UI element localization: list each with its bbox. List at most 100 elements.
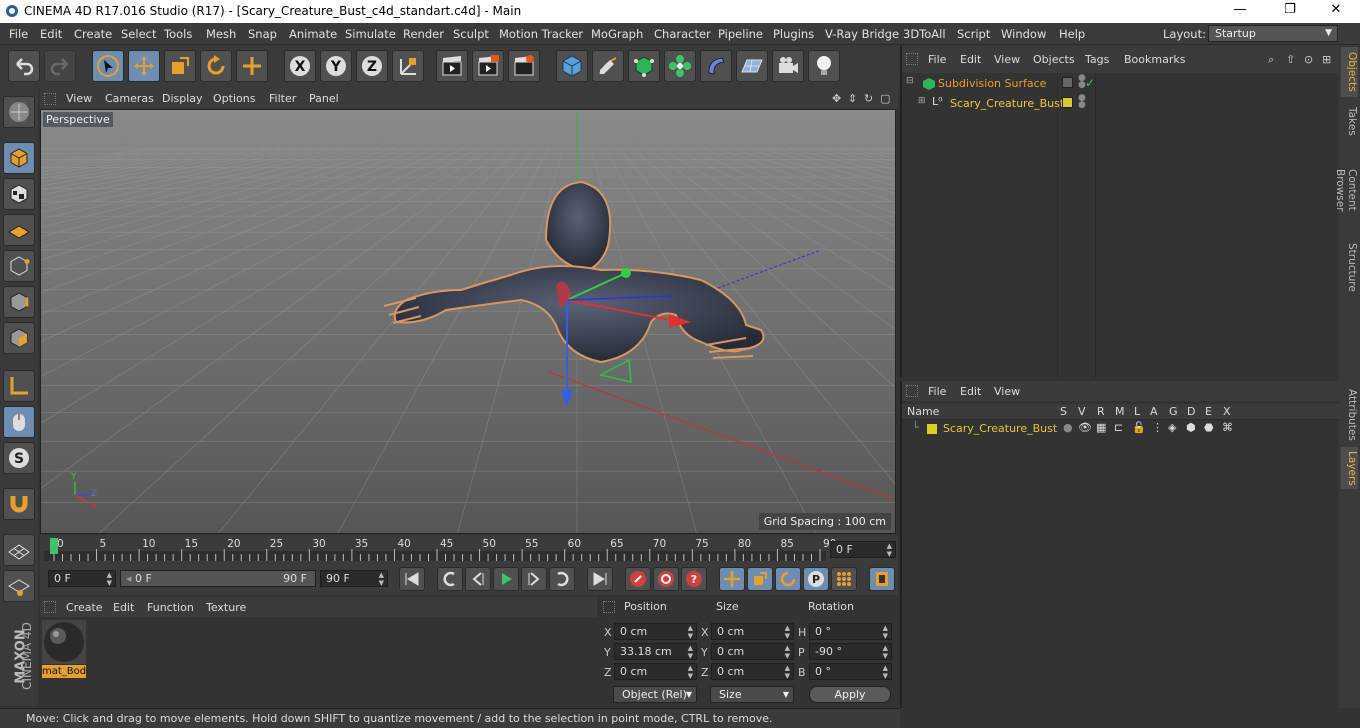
render-to-picture-viewer-button[interactable] bbox=[472, 50, 504, 82]
object-menu-edit[interactable]: Edit bbox=[960, 53, 981, 66]
render-settings-button[interactable] bbox=[508, 50, 540, 82]
menu-script[interactable]: Script bbox=[957, 27, 990, 41]
make-editable-button[interactable] bbox=[3, 96, 35, 128]
col-locked[interactable]: L bbox=[1134, 405, 1140, 418]
col-xref[interactable]: X bbox=[1223, 405, 1231, 418]
visibility-dots-icon[interactable]: ● ● bbox=[1078, 94, 1086, 110]
axis-mode-button[interactable] bbox=[3, 370, 35, 402]
playhead[interactable] bbox=[50, 538, 58, 554]
edges-mode-button[interactable] bbox=[3, 286, 35, 318]
col-name[interactable]: Name bbox=[907, 405, 939, 418]
expression-icon[interactable]: ⬣ bbox=[1204, 421, 1214, 434]
menu-snap[interactable]: Snap bbox=[248, 27, 277, 41]
menu-simulate[interactable]: Simulate bbox=[345, 27, 396, 41]
coordinate-system-button[interactable] bbox=[392, 50, 424, 82]
size-z-field[interactable]: 0 cm ▲ ▼ bbox=[711, 663, 794, 680]
col-deformers[interactable]: D bbox=[1187, 405, 1195, 418]
render-view-button[interactable] bbox=[436, 50, 468, 82]
previous-frame-button[interactable] bbox=[465, 567, 491, 591]
menu-edit[interactable]: Edit bbox=[40, 27, 62, 41]
scale-tool-button[interactable] bbox=[164, 50, 196, 82]
tab-takes[interactable]: Takes bbox=[1341, 101, 1358, 141]
rotation-p-field[interactable]: -90 ° ▲ ▼ bbox=[809, 643, 892, 660]
lock-icon[interactable]: ⊙ bbox=[1304, 53, 1313, 66]
material-menu-edit[interactable]: Edit bbox=[113, 601, 134, 614]
camera-object-button[interactable] bbox=[772, 50, 804, 82]
object-menu-bookmarks[interactable]: Bookmarks bbox=[1124, 53, 1185, 66]
solo-button[interactable]: S bbox=[3, 442, 35, 474]
snap-button[interactable] bbox=[3, 488, 35, 520]
timeline-window-button[interactable] bbox=[869, 567, 895, 591]
viewport-menu-panel[interactable]: Panel bbox=[309, 92, 339, 105]
lock-icon[interactable]: 🔓 bbox=[1132, 421, 1146, 434]
menu-file[interactable]: File bbox=[9, 27, 28, 41]
start-frame-field[interactable]: 0 F ▲ ▼ bbox=[48, 570, 116, 587]
object-row-creature[interactable]: ⊞ L⁰ Scary_Creature_Bust ● ● bbox=[902, 94, 1340, 113]
new-window-icon[interactable]: ⊞ bbox=[1322, 53, 1331, 66]
timeline[interactable]: 051015202530354045505560657075808590 0 F… bbox=[40, 535, 898, 565]
key-pla-button[interactable] bbox=[831, 567, 857, 591]
object-menu-file[interactable]: File bbox=[928, 53, 946, 66]
autokeying-button[interactable] bbox=[653, 567, 679, 591]
cube-object-button[interactable] bbox=[556, 50, 588, 82]
size-x-field[interactable]: 0 cm ▲ ▼ bbox=[711, 623, 794, 640]
key-scale-button[interactable] bbox=[747, 567, 773, 591]
layer-menu-edit[interactable]: Edit bbox=[960, 385, 981, 398]
tweak-mode-button[interactable] bbox=[3, 406, 35, 438]
layer-color-icon[interactable] bbox=[1062, 97, 1073, 108]
col-animation[interactable]: A bbox=[1150, 405, 1158, 418]
frame-range-slider[interactable]: ◂ 0 F 90 F bbox=[120, 570, 316, 587]
layout-dropdown[interactable]: Startup ▼ bbox=[1208, 25, 1338, 42]
workplane-mode-button[interactable] bbox=[3, 214, 35, 246]
object-menu-view[interactable]: View bbox=[994, 53, 1020, 66]
menu-mesh[interactable]: Mesh bbox=[206, 27, 236, 41]
x-axis-button[interactable]: X bbox=[284, 50, 316, 82]
generator-icon[interactable]: ◈ bbox=[1168, 421, 1176, 434]
xref-icon[interactable]: ⌘ bbox=[1222, 421, 1233, 434]
up-arrow-icon[interactable]: ⇧ bbox=[1286, 53, 1295, 66]
object-name[interactable]: Subdivision Surface bbox=[938, 77, 1046, 90]
points-mode-button[interactable] bbox=[3, 250, 35, 282]
current-frame-field[interactable]: 0 F ▲ ▼ bbox=[830, 541, 896, 558]
layer-tag-icon[interactable] bbox=[1062, 77, 1073, 88]
menu-animate[interactable]: Animate bbox=[289, 27, 337, 41]
rotation-h-field[interactable]: 0 ° ▲ ▼ bbox=[809, 623, 892, 640]
menu-plugins[interactable]: Plugins bbox=[773, 27, 814, 41]
3d-viewport[interactable]: Y Z X Perspective Grid Spacing : 100 cm bbox=[40, 109, 896, 534]
menu-help[interactable]: Help bbox=[1059, 27, 1085, 41]
key-rotation-button[interactable] bbox=[775, 567, 801, 591]
position-x-field[interactable]: 0 cm ▲ ▼ bbox=[614, 623, 697, 640]
menu-window[interactable]: Window bbox=[1001, 27, 1046, 41]
material-swatch[interactable]: mat_Bod bbox=[42, 620, 86, 680]
size-mode-dropdown[interactable]: Size ▼ bbox=[710, 686, 794, 703]
close-button[interactable]: ✕ bbox=[1326, 2, 1346, 17]
layer-row[interactable]: └ Scary_Creature_Bust ● 👁 ▦ ⊏ 🔓 ⋮ ◈ ⬢ ⬣ … bbox=[902, 421, 1340, 437]
grid-snap-button[interactable] bbox=[3, 534, 35, 566]
size-y-field[interactable]: 0 cm ▲ ▼ bbox=[711, 643, 794, 660]
apply-button[interactable]: Apply bbox=[809, 686, 891, 703]
go-to-end-button[interactable] bbox=[587, 567, 613, 591]
menu-sculpt[interactable]: Sculpt bbox=[453, 27, 489, 41]
layer-menu-file[interactable]: File bbox=[928, 385, 946, 398]
menu-character[interactable]: Character bbox=[654, 27, 711, 41]
next-key-button[interactable] bbox=[549, 567, 575, 591]
camera-label[interactable]: Perspective bbox=[43, 112, 113, 127]
viewport-menu-view[interactable]: View bbox=[66, 92, 92, 105]
animation-icon[interactable]: ⋮ bbox=[1152, 421, 1163, 434]
deformer-icon[interactable]: ⬢ bbox=[1186, 421, 1196, 434]
workplane-lock-button[interactable] bbox=[3, 570, 35, 602]
layer-menu-view[interactable]: View bbox=[994, 385, 1020, 398]
menu-pipeline[interactable]: Pipeline bbox=[718, 27, 763, 41]
solo-toggle-icon[interactable]: ● bbox=[1063, 421, 1073, 434]
rotate-tool-button[interactable] bbox=[200, 50, 232, 82]
key-position-button[interactable] bbox=[719, 567, 745, 591]
material-name[interactable]: mat_Bod bbox=[42, 665, 86, 678]
redo-button[interactable] bbox=[44, 50, 76, 82]
z-axis-button[interactable]: Z bbox=[356, 50, 388, 82]
coordinate-mode-dropdown[interactable]: Object (Rel) ▼ bbox=[613, 686, 697, 703]
tab-structure[interactable]: Structure bbox=[1341, 239, 1358, 295]
menu-tools[interactable]: Tools bbox=[164, 27, 192, 41]
next-frame-button[interactable] bbox=[521, 567, 547, 591]
texture-mode-button[interactable] bbox=[3, 178, 35, 210]
viewport-rotate-icon[interactable]: ↻ bbox=[864, 92, 873, 105]
